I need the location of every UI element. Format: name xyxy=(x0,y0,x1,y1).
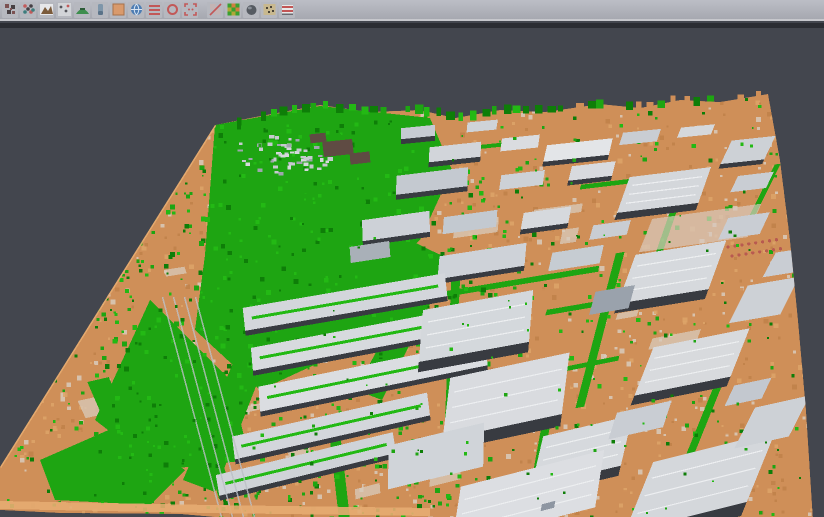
profile-view-icon xyxy=(93,2,108,17)
measure-button[interactable] xyxy=(261,2,277,18)
profile-view-button[interactable] xyxy=(92,2,108,18)
select-region-icon xyxy=(183,2,198,17)
ortho-view-button[interactable] xyxy=(110,2,126,18)
vegetation-icon xyxy=(75,2,90,17)
classified-map-icon xyxy=(226,2,241,17)
globe-icon xyxy=(129,2,144,17)
grid-cells-button[interactable] xyxy=(207,2,223,18)
classify-points-icon xyxy=(21,2,36,17)
terrain-button[interactable] xyxy=(38,2,54,18)
classify-points-button[interactable] xyxy=(20,2,36,18)
vegetation-button[interactable] xyxy=(74,2,90,18)
layer-stack-icon xyxy=(147,2,162,17)
flag-icon xyxy=(280,2,295,17)
sparse-points-button[interactable] xyxy=(56,2,72,18)
application-window xyxy=(0,0,824,517)
target-button[interactable] xyxy=(164,2,180,18)
viewport-3d[interactable] xyxy=(0,28,824,517)
grid-cells-icon xyxy=(208,2,223,17)
main-toolbar xyxy=(0,0,824,21)
ortho-view-icon xyxy=(111,2,126,17)
point-cloud-button[interactable] xyxy=(2,2,18,18)
sphere-render-icon xyxy=(244,2,259,17)
globe-button[interactable] xyxy=(128,2,144,18)
classified-map-button[interactable] xyxy=(225,2,241,18)
measure-icon xyxy=(262,2,277,17)
sphere-render-button[interactable] xyxy=(243,2,259,18)
target-icon xyxy=(165,2,180,17)
terrain-icon xyxy=(39,2,54,17)
flag-button[interactable] xyxy=(279,2,295,18)
layer-stack-button[interactable] xyxy=(146,2,162,18)
point-cloud-icon xyxy=(3,2,18,17)
sparse-points-icon xyxy=(57,2,72,17)
point-cloud-rendering xyxy=(0,28,824,517)
select-region-button[interactable] xyxy=(182,2,198,18)
